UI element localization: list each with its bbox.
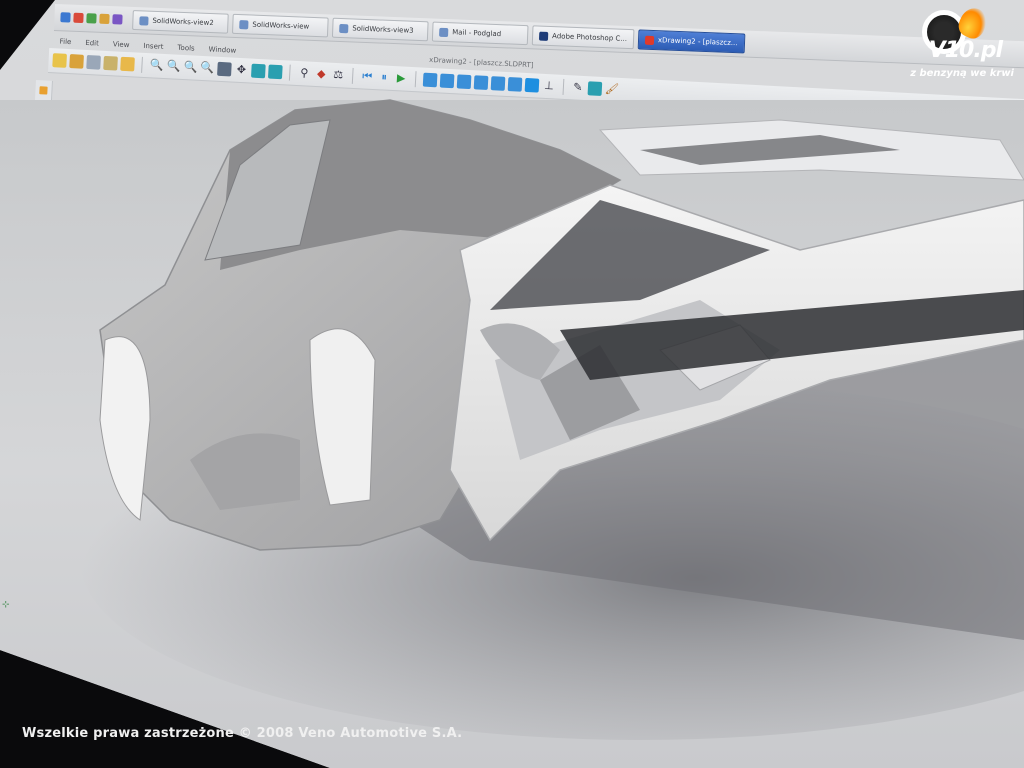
logo-tagline: z benzyną we krwi — [910, 68, 1014, 79]
axis-triad-icon: ⊹ — [2, 600, 10, 610]
car-chassis-3d-model — [0, 99, 1024, 768]
copyright-notice: Wszelkie prawa zastrzeżone © 2008 Veno A… — [22, 726, 463, 741]
logo-text: V10.pl — [928, 38, 1003, 63]
graphics-viewport[interactable] — [0, 0, 1024, 768]
monitor-screen: SolidWorks-view2 SolidWorks-view SolidWo… — [0, 0, 1024, 768]
